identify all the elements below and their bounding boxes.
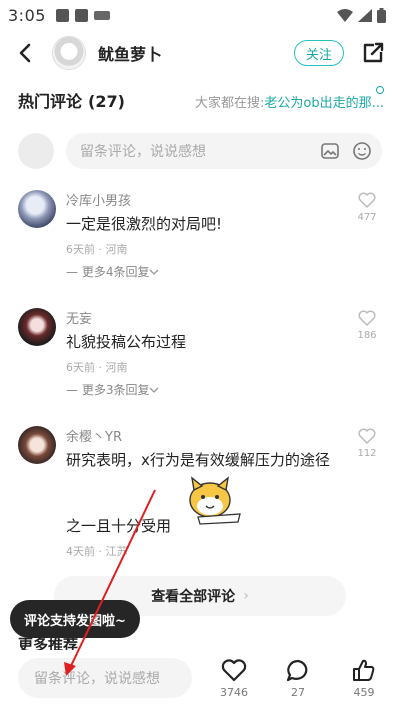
status-bar: 3:05 <box>0 0 400 30</box>
user-avatar <box>18 133 54 169</box>
chevron-down-icon <box>149 387 159 393</box>
commenter-name[interactable]: 无妄 <box>66 308 366 327</box>
comment-count: (27) <box>88 92 125 111</box>
hot-search-prefix: 大家都在搜: <box>195 96 265 111</box>
top-comment-placeholder: 留条评论，说说感想 <box>80 144 206 160</box>
status-time: 3:05 <box>8 5 46 25</box>
hot-search-query: 老公为ob出走的那... <box>264 96 384 111</box>
emoji-icon[interactable] <box>352 141 372 161</box>
more-replies-label: — 更多3条回复 <box>66 383 150 397</box>
a-icon <box>74 8 88 22</box>
author-avatar[interactable] <box>52 36 86 70</box>
post-comment-count: 27 <box>291 686 305 699</box>
image-icon[interactable] <box>320 141 340 161</box>
like-count: 186 <box>357 330 377 341</box>
heart-icon <box>358 192 376 208</box>
commenter-name[interactable]: 冷库小男孩 <box>66 190 366 209</box>
status-icons-left <box>55 8 110 22</box>
top-comment-input[interactable]: 留条评论，说说感想 <box>66 133 382 169</box>
back-icon <box>19 43 31 63</box>
thumbs-up-count: 459 <box>353 686 375 699</box>
commenter-avatar[interactable] <box>18 308 56 346</box>
like-count: 112 <box>357 448 377 459</box>
bottom-comment-input[interactable]: 留条评论，说说感想 <box>18 658 192 698</box>
image-support-tooltip: 评论支持发图啦~ <box>10 600 140 638</box>
top-comment-row: 留条评论，说说感想 <box>18 132 382 170</box>
search-icon <box>376 86 384 94</box>
comment-item: 无妄 礼貌投稿公布过程 6天前 · 河南 — 更多3条回复 186 <box>18 308 382 398</box>
hot-comments-header: 热门评论 (27) 大家都在搜:老公为ob出走的那... <box>18 86 384 112</box>
post-like-count: 3746 <box>220 686 248 699</box>
back-button[interactable] <box>14 38 36 68</box>
view-all-label: 查看全部评论 <box>151 589 236 605</box>
commenter-name[interactable]: 余樱丶YR <box>66 426 376 445</box>
thumbs-up-button[interactable]: 459 <box>340 658 388 699</box>
more-replies-link[interactable]: — 更多4条回复 <box>66 263 366 280</box>
more-replies-link[interactable]: — 更多3条回复 <box>66 381 366 398</box>
status-icons-right <box>337 7 386 23</box>
commenter-avatar[interactable] <box>18 426 56 464</box>
like-post-button[interactable]: 3746 <box>210 658 258 699</box>
keyboard-icon <box>93 10 110 20</box>
heart-icon <box>358 310 376 326</box>
comment-meta: 4天前 · 江苏 <box>66 545 128 558</box>
chevron-right-icon: › <box>243 588 249 604</box>
comment-item: 余樱丶YR 研究表明，x行为是有效缓解压力的途径 之一且十分受用 4天前 · 江… <box>18 426 382 558</box>
like-count: 477 <box>357 212 377 223</box>
comment-meta: 6天前 · 河南 <box>66 243 128 256</box>
heart-icon <box>358 428 376 444</box>
comment-text: 一定是很激烈的对局吧! <box>66 215 223 233</box>
battery-icon <box>377 7 386 23</box>
chevron-down-icon <box>149 269 159 275</box>
chat-icon <box>286 659 308 682</box>
share-icon <box>363 42 384 63</box>
comment-text: 研究表明，x行为是有效缓解压力的途径 <box>66 451 330 469</box>
like-button[interactable]: 477 <box>352 192 382 223</box>
more-replies-label: — 更多4条回复 <box>66 265 150 279</box>
photo-icon <box>55 8 69 22</box>
section-title: 热门评论 <box>18 92 83 111</box>
dog-sticker-image <box>189 476 241 525</box>
comment-meta: 6天前 · 河南 <box>66 361 128 374</box>
like-button[interactable]: 186 <box>352 310 382 341</box>
author-name[interactable]: 鱿鱼萝卜 <box>98 41 162 65</box>
comment-post-button[interactable]: 27 <box>274 658 322 699</box>
thumbs-up-icon <box>353 659 375 681</box>
bottom-bar: 留条评论，说说感想 3746 27 459 <box>0 650 400 710</box>
wifi-icon <box>337 8 353 22</box>
header: 鱿鱼萝卜 关注 <box>0 30 400 76</box>
hot-search-link[interactable]: 大家都在搜:老公为ob出走的那... <box>195 92 384 111</box>
comment-text: 礼貌投稿公布过程 <box>66 333 187 351</box>
signal-icon <box>358 8 372 22</box>
comment-item: 冷库小男孩 一定是很激烈的对局吧! 6天前 · 河南 — 更多4条回复 477 <box>18 190 382 280</box>
follow-button[interactable]: 关注 <box>293 40 344 66</box>
commenter-avatar[interactable] <box>18 190 56 228</box>
like-button[interactable]: 112 <box>352 428 382 459</box>
heart-icon <box>221 659 247 682</box>
share-button[interactable] <box>360 40 386 66</box>
